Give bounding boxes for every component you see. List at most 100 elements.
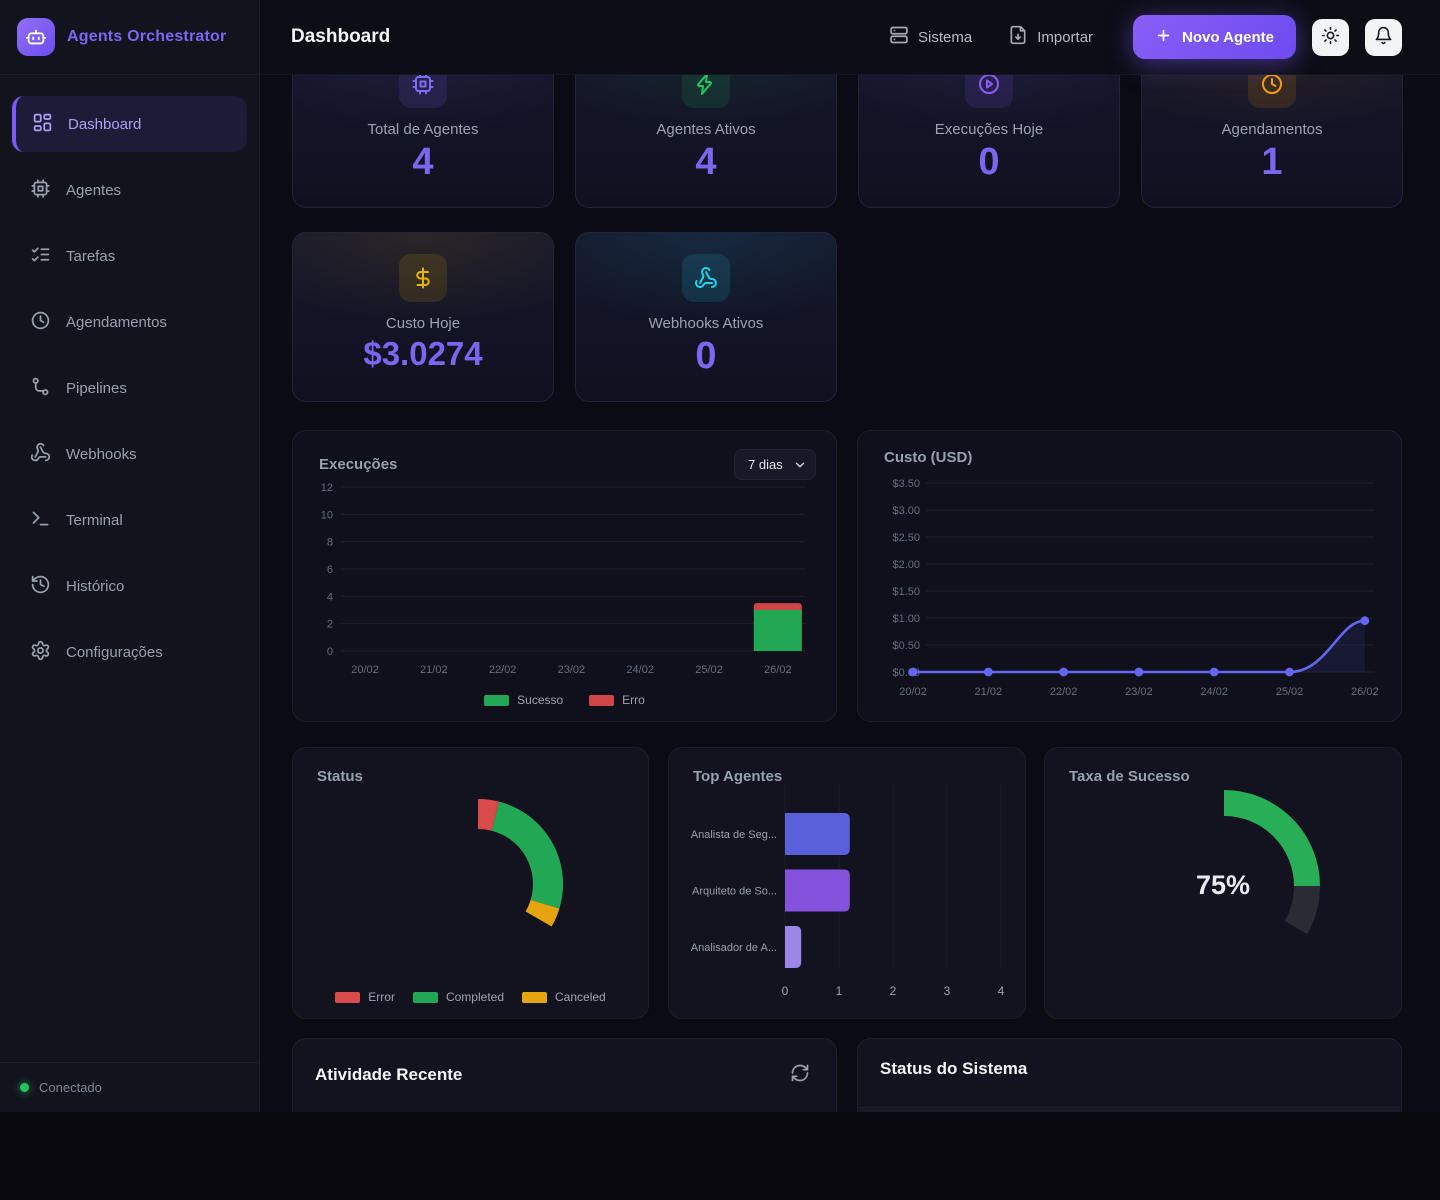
completed-swatch	[413, 992, 438, 1003]
stat-card-agentes-ativos: Agentes Ativos 4	[575, 75, 837, 208]
svg-text:25/02: 25/02	[695, 664, 723, 676]
custo-chart-card: Custo (USD) $0.00$0.50$1.00$1.50$2.00$2.…	[857, 430, 1402, 722]
legend-item-sucesso[interactable]: Sucesso	[484, 693, 563, 707]
importar-button[interactable]: Importar	[998, 19, 1103, 55]
stat-card-agendamentos: Agendamentos 1	[1141, 75, 1403, 208]
execucoes-legend: Sucesso Erro	[293, 693, 836, 707]
history-icon	[30, 574, 51, 599]
sidebar-nav: Dashboard Agentes Tarefas Agendamentos P…	[0, 96, 259, 690]
svg-text:$2.50: $2.50	[892, 532, 920, 544]
sun-icon	[1321, 26, 1340, 48]
cpu-icon	[399, 75, 447, 108]
sistema-button[interactable]: Sistema	[879, 19, 982, 55]
connection-status: Conectado	[0, 1062, 259, 1112]
sidebar-item-label: Tarefas	[66, 248, 115, 265]
sidebar-item-pipelines[interactable]: Pipelines	[12, 360, 247, 416]
svg-text:22/02: 22/02	[489, 664, 517, 676]
svg-text:4: 4	[327, 591, 333, 603]
sidebar-item-tarefas[interactable]: Tarefas	[12, 228, 247, 284]
svg-text:24/02: 24/02	[626, 664, 654, 676]
svg-text:0: 0	[782, 984, 789, 998]
stat-label: Execuções Hoje	[859, 121, 1119, 138]
svg-text:0: 0	[327, 646, 333, 658]
svg-text:23/02: 23/02	[1125, 686, 1153, 698]
sidebar-item-label: Webhooks	[66, 446, 137, 463]
clock-icon	[1248, 75, 1296, 108]
atividade-recente-card: Atividade Recente	[292, 1038, 837, 1112]
top-agentes-chart-card: Top Agentes 01234Analista de Seg...Arqui…	[668, 747, 1026, 1019]
stat-value: 0	[859, 142, 1119, 184]
notifications-button[interactable]	[1365, 19, 1402, 56]
settings-icon	[30, 640, 51, 665]
stat-value: 1	[1142, 142, 1402, 184]
canceled-swatch	[522, 992, 547, 1003]
stat-value: $3.0274	[293, 336, 553, 372]
gauge-value-label: 75%	[1045, 870, 1401, 901]
top-agentes-bar-chart: 01234Analista de Seg...Arquiteto de So..…	[669, 748, 1027, 1020]
svg-text:$1.00: $1.00	[892, 613, 920, 625]
atividade-recente-title: Atividade Recente	[315, 1065, 462, 1085]
svg-text:$3.50: $3.50	[892, 478, 920, 490]
sidebar-item-configuracoes[interactable]: Configurações	[12, 624, 247, 680]
system-status-row	[859, 1108, 1400, 1112]
svg-text:26/02: 26/02	[1351, 686, 1379, 698]
stat-label: Custo Hoje	[293, 315, 553, 332]
zap-icon	[682, 75, 730, 108]
dollar-icon	[399, 254, 447, 302]
bell-icon	[1374, 26, 1393, 48]
svg-text:12: 12	[321, 483, 333, 494]
svg-text:Analista de Seg...: Analista de Seg...	[691, 829, 777, 841]
period-select-wrap: 7 dias	[734, 449, 816, 480]
status-chart-card: Status Error Completed Canceled	[292, 747, 649, 1019]
svg-text:$3.00: $3.00	[892, 505, 920, 517]
stat-value: 4	[576, 142, 836, 184]
sidebar-item-agentes[interactable]: Agentes	[12, 162, 247, 218]
custo-line-chart: $0.00$0.50$1.00$1.50$2.00$2.50$3.00$3.50…	[874, 473, 1387, 713]
stat-label: Webhooks Ativos	[576, 315, 836, 332]
erro-swatch	[589, 695, 614, 706]
svg-text:23/02: 23/02	[558, 664, 586, 676]
sidebar-item-label: Configurações	[66, 644, 163, 661]
svg-text:4: 4	[998, 984, 1005, 998]
sidebar-item-dashboard[interactable]: Dashboard	[12, 96, 247, 152]
sidebar-item-webhooks[interactable]: Webhooks	[12, 426, 247, 482]
taxa-sucesso-chart-card: Taxa de Sucesso 75%	[1044, 747, 1402, 1019]
status-dot	[20, 1083, 29, 1092]
sucesso-swatch	[484, 695, 509, 706]
stat-card-execucoes-hoje: Execuções Hoje 0	[858, 75, 1120, 208]
svg-text:10: 10	[321, 509, 333, 521]
legend-item-completed[interactable]: Completed	[413, 990, 504, 1004]
svg-text:$0.50: $0.50	[892, 640, 920, 652]
legend-item-error[interactable]: Error	[335, 990, 395, 1004]
status-sistema-title: Status do Sistema	[880, 1059, 1027, 1079]
connection-status-label: Conectado	[39, 1080, 102, 1095]
legend-item-canceled[interactable]: Canceled	[522, 990, 606, 1004]
top-bar: Dashboard Sistema Importar Novo Agente	[260, 0, 1440, 75]
sidebar-item-historico[interactable]: Histórico	[12, 558, 247, 614]
svg-text:Arquiteto de So...: Arquiteto de So...	[692, 886, 777, 898]
file-download-icon	[1008, 25, 1028, 49]
list-checks-icon	[30, 244, 51, 269]
stat-card-total-agentes: Total de Agentes 4	[292, 75, 554, 208]
sidebar: Agents Orchestrator Dashboard Agentes Ta…	[0, 0, 260, 1112]
theme-toggle-button[interactable]	[1312, 19, 1349, 56]
legend-item-erro[interactable]: Erro	[589, 693, 645, 707]
status-sistema-card: Status do Sistema	[857, 1038, 1402, 1112]
status-legend: Error Completed Canceled	[293, 990, 648, 1004]
status-donut-chart	[293, 748, 650, 1020]
app-window: Agents Orchestrator Dashboard Agentes Ta…	[0, 0, 1440, 1112]
sidebar-item-terminal[interactable]: Terminal	[12, 492, 247, 548]
stat-label: Agendamentos	[1142, 121, 1402, 138]
refresh-icon	[790, 1071, 810, 1086]
custo-chart-header: Custo (USD)	[858, 431, 1401, 466]
sidebar-item-agendamentos[interactable]: Agendamentos	[12, 294, 247, 350]
svg-text:20/02: 20/02	[899, 686, 927, 698]
sistema-label: Sistema	[918, 29, 972, 46]
svg-text:24/02: 24/02	[1200, 686, 1228, 698]
novo-agente-button[interactable]: Novo Agente	[1133, 15, 1296, 59]
period-select[interactable]: 7 dias	[734, 449, 816, 480]
refresh-button[interactable]	[790, 1063, 810, 1086]
clock-icon	[30, 310, 51, 335]
svg-text:$2.00: $2.00	[892, 559, 920, 571]
stat-card-webhooks-ativos: Webhooks Ativos 0	[575, 232, 837, 402]
